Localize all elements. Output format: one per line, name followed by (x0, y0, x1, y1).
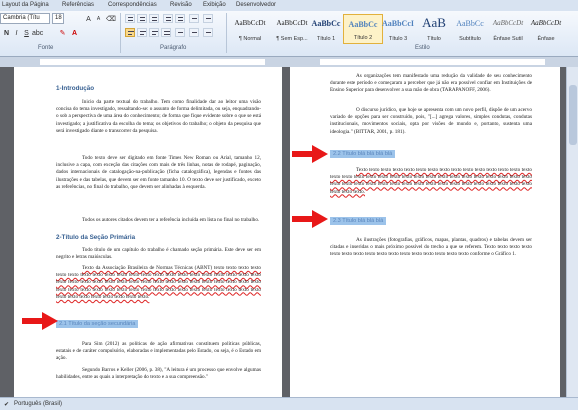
status-bar: ✔ Português (Brasil) (0, 397, 578, 410)
paragraph: O discurso jurídico, que hoje se apresen… (330, 107, 532, 135)
red-arrow-icon (292, 145, 328, 163)
document-page-right[interactable]: As organizações tem manifestado uma redu… (290, 67, 560, 397)
paragraph: Texto texto texto texto texto texto text… (330, 167, 532, 195)
style-label: Título (427, 36, 441, 42)
italic-button[interactable]: I (12, 29, 21, 38)
paragraph: Texto da Associação Brasileira de Normas… (56, 265, 261, 300)
paragraph: Segundo Barros e Keller (2006, p. 38), "… (56, 367, 261, 381)
language-indicator[interactable]: Português (Brasil) (14, 401, 62, 407)
style-sample: AaBbCcDt (530, 19, 562, 27)
group-font-label: Fonte (38, 45, 54, 51)
decrease-indent-button[interactable] (163, 14, 173, 23)
sort-button[interactable] (189, 14, 199, 23)
paragraph: As ilustrações (fotografias, gráficos, m… (330, 237, 532, 258)
style-sample: AaBbCc (456, 19, 484, 28)
tab-references[interactable]: Referências (62, 2, 94, 8)
style-sample: AaBbCc (348, 20, 378, 29)
style-sample: AaBbCcDt (492, 19, 524, 27)
shading-button[interactable] (189, 28, 199, 37)
font-name-box[interactable]: Cambria (Títu (0, 13, 50, 24)
style-sample: AaBbCc (311, 19, 341, 28)
style-title[interactable]: AaB Título (414, 14, 454, 44)
style-normal[interactable]: AaBbCcDt ¶ Normal (230, 14, 270, 44)
ribbon-tabs: Layout da Página Referências Correspondê… (0, 0, 578, 11)
ruler-left-page (40, 59, 265, 65)
red-arrow-icon (292, 210, 328, 228)
heading-section-2-3-selected[interactable]: 2.3 Título blá blá blá (330, 217, 387, 225)
increase-indent-button[interactable] (175, 14, 185, 23)
clear-format-icon[interactable]: ⌫ (106, 15, 116, 24)
tab-layout[interactable]: Layout da Página (2, 2, 49, 8)
style-label: Ênfase Sutil (493, 36, 523, 42)
borders-button[interactable] (203, 28, 213, 37)
underline-button[interactable]: S (22, 29, 31, 38)
document-page-left[interactable]: 1-Introdução Inicio da parte textual do … (14, 67, 282, 397)
paragraph: Para Sim (2012) as políticas de ação afi… (56, 341, 261, 362)
justify-left-button[interactable] (125, 28, 135, 37)
paragraph: Todo texto deve ser digitado em fonte Ti… (56, 155, 261, 190)
multilevel-button[interactable] (149, 14, 159, 23)
heading-section-2-2-selected[interactable]: 2.2 Título blá blá blá blá (330, 150, 396, 158)
word-window: Layout da Página Referências Correspondê… (0, 0, 578, 410)
strikethrough-button[interactable]: abc (32, 29, 43, 38)
proofing-icon[interactable]: ✔ (4, 401, 9, 408)
style-sample: AaBbCcDt (234, 19, 266, 27)
align-right-button[interactable] (149, 28, 159, 37)
horizontal-ruler[interactable] (0, 57, 578, 67)
style-label: Título 2 (353, 35, 373, 41)
paragraph-reference-note: Todos os autores citados devem ter a ref… (82, 217, 260, 223)
ribbon: Cambria (Títu 18 N I S abc ✎ A A A ⌫ Fon… (0, 11, 578, 57)
scroll-thumb[interactable] (569, 85, 577, 145)
justify-button[interactable] (161, 28, 171, 37)
paragraph: As organizações tem manifestado uma redu… (330, 73, 532, 94)
style-subtle-emphasis[interactable]: AaBbCcDt Ênfase Sutil (488, 14, 528, 44)
highlight-icon[interactable]: ✎ (58, 29, 67, 38)
font-size-box[interactable]: 18 (52, 13, 64, 24)
paragraph: Todo título de um capítulo do trabalho é… (56, 247, 261, 261)
bold-button[interactable]: N (2, 29, 11, 38)
heading-primary-section: 2-Título da Seção Primária (56, 234, 136, 241)
paragraph: Inicio da parte textual do trabalho. Tem… (56, 99, 261, 134)
style-heading-3[interactable]: AaBbCcI Título 3 (378, 14, 418, 44)
numbering-button[interactable] (137, 14, 147, 23)
center-button[interactable] (137, 28, 147, 37)
tab-developer[interactable]: Desenvolvedor (236, 2, 276, 8)
heading-secondary-section-selected[interactable]: 2.1 Título da seção secundária (56, 320, 139, 328)
show-marks-button[interactable] (203, 14, 213, 23)
group-paragraph-label: Parágrafo (160, 45, 187, 51)
ruler-right-page (320, 59, 545, 65)
style-label: ¶ Normal (238, 36, 262, 42)
separator (226, 13, 227, 53)
group-styles-label: Estilo (415, 45, 430, 51)
style-heading-2[interactable]: AaBbCc Título 2 (343, 14, 383, 44)
style-label: Subtítulo (459, 36, 481, 42)
tab-view[interactable]: Exibição (203, 2, 226, 8)
red-arrow-icon (22, 312, 58, 330)
style-label: Título 3 (388, 36, 408, 42)
line-spacing-button[interactable] (175, 28, 185, 37)
style-emphasis[interactable]: AaBbCcDt Ênfase (526, 14, 566, 44)
bullets-button[interactable] (125, 14, 135, 23)
style-sample: AaBbCcI (381, 19, 414, 28)
grow-font-icon[interactable]: A (84, 15, 93, 24)
style-label: Título 1 (316, 36, 336, 42)
style-subtitle[interactable]: AaBbCc Subtítulo (450, 14, 490, 44)
tab-mailings[interactable]: Correspondências (108, 2, 157, 8)
tab-review[interactable]: Revisão (170, 2, 192, 8)
separator (120, 13, 121, 53)
style-sample: AaB (422, 15, 446, 30)
style-label: Ênfase (537, 36, 555, 42)
vertical-scrollbar[interactable] (566, 67, 578, 397)
style-heading-1[interactable]: AaBbCc Título 1 (306, 14, 346, 44)
font-color-button[interactable]: A (70, 29, 79, 38)
shrink-font-icon[interactable]: A (94, 15, 103, 24)
heading-intro: 1-Introdução (56, 85, 95, 92)
